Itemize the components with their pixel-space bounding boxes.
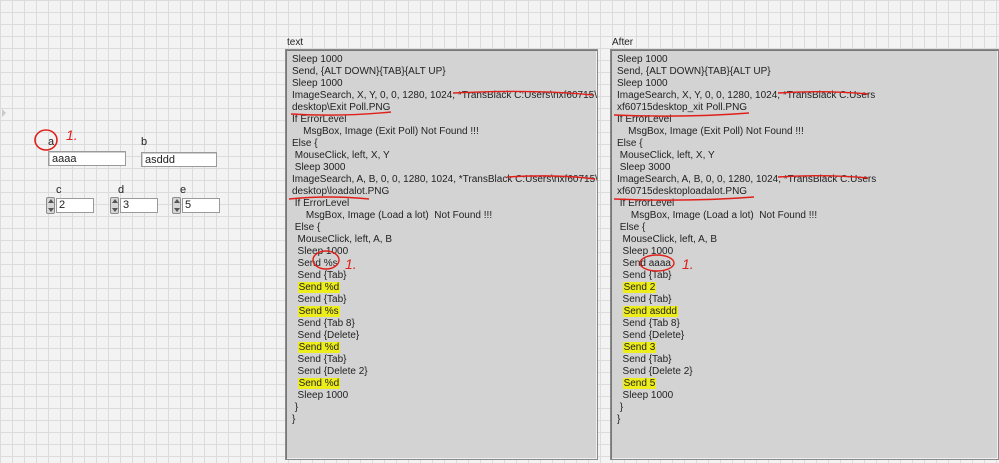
control-d-numeric[interactable]: 3 (110, 197, 158, 214)
control-e-numeric[interactable]: 5 (172, 197, 220, 214)
code-line: Sleep 1000 (617, 390, 674, 401)
code-line: MsgBox, Image (Load a lot) Not Found !!! (292, 210, 493, 221)
code-line: Send %s (292, 306, 340, 318)
highlighted-send-command: Send %d (297, 282, 341, 293)
code-line: ImageSearch, A, B, 0, 0, 1280, 1024, *Tr… (292, 174, 598, 185)
code-line: } (292, 402, 299, 413)
code-line: Send {Tab} (292, 354, 347, 365)
code-line: Send {Delete} (292, 330, 360, 341)
increment-decrement-spinner[interactable] (172, 197, 181, 214)
arrow-down-icon[interactable] (111, 208, 118, 212)
code-line: Else { (617, 138, 643, 149)
code-line: Send {Tab} (617, 294, 672, 305)
code-line: If ErrorLevel (292, 198, 350, 209)
code-line: Send 5 (617, 378, 657, 390)
code-line: } (292, 414, 296, 425)
code-line: ImageSearch, X, Y, 0, 0, 1280, 1024, *Tr… (617, 90, 876, 101)
code-line: Send {Tab} (292, 294, 347, 305)
scroll-arrow-icon (2, 109, 6, 117)
control-d-numeric-input[interactable]: 3 (120, 198, 158, 213)
arrow-up-icon[interactable] (111, 199, 118, 203)
code-line: } (617, 402, 624, 413)
text-panel-string-indicator[interactable]: Sleep 1000 Send, {ALT DOWN}{TAB}{ALT UP} S… (285, 49, 598, 460)
control-b-label: b (141, 136, 148, 148)
code-line: MouseClick, left, A, B (292, 234, 393, 245)
increment-decrement-spinner[interactable] (46, 197, 55, 214)
code-line: Else { (292, 138, 318, 149)
code-line: ImageSearch, X, Y, 0, 0, 1280, 1024, *Tr… (292, 90, 597, 101)
highlighted-send-command: Send %d (297, 342, 341, 353)
control-d-label: d (118, 184, 125, 196)
code-line: Sleep 1000 (292, 390, 349, 401)
code-line: MsgBox, Image (Exit Poll) Not Found !!! (617, 126, 804, 137)
code-line: Sleep 3000 (292, 162, 346, 173)
code-line: Sleep 1000 (617, 246, 674, 257)
code-line: Send, {ALT DOWN}{TAB}{ALT UP} (617, 66, 771, 77)
control-c-numeric-input[interactable]: 2 (56, 198, 94, 213)
code-line: Send 2 (617, 282, 657, 294)
control-c-label: c (56, 184, 62, 196)
control-a-label: a (48, 136, 55, 148)
code-line: MouseClick, left, A, B (617, 234, 718, 245)
arrow-down-icon[interactable] (47, 208, 54, 212)
code-line: Send aaaa (617, 258, 671, 269)
highlighted-send-command: Send %d (297, 378, 341, 389)
code-line: desktop\Exit Poll.PNG (292, 102, 391, 113)
code-line: Sleep 1000 (292, 246, 349, 257)
code-line: Send, {ALT DOWN}{TAB}{ALT UP} (292, 66, 446, 77)
highlighted-send-command: Send 5 (622, 378, 657, 389)
code-line: Send %s (292, 258, 338, 269)
code-line: Send %d (292, 378, 341, 390)
annotation-mark-1: 1. (66, 127, 78, 143)
control-e-numeric-input[interactable]: 5 (182, 198, 220, 213)
after-panel-title: After (612, 37, 634, 48)
code-line: MsgBox, Image (Exit Poll) Not Found !!! (292, 126, 479, 137)
arrow-down-icon[interactable] (173, 208, 180, 212)
control-e-label: e (180, 184, 187, 196)
code-line: MouseClick, left, X, Y (292, 150, 390, 161)
code-line: Sleep 1000 (617, 54, 668, 65)
annotation-circle-a (34, 129, 58, 151)
code-line: Sleep 3000 (617, 162, 671, 173)
code-line: Send {Delete 2} (617, 366, 693, 377)
code-line: If ErrorLevel (617, 114, 672, 125)
after-panel-string-indicator[interactable]: Sleep 1000 Send, {ALT DOWN}{TAB}{ALT UP} S… (610, 49, 999, 460)
code-line: Send {Delete 2} (292, 366, 368, 377)
code-line: Send {Tab} (617, 270, 672, 281)
code-line: MouseClick, left, X, Y (617, 150, 715, 161)
control-a-string-input[interactable]: aaaa (48, 151, 126, 166)
code-line: Send {Delete} (617, 330, 685, 341)
code-line: If ErrorLevel (617, 198, 675, 209)
code-line: Else { (292, 222, 321, 233)
highlighted-send-command: Send %s (297, 306, 340, 317)
code-line: xf60715desktop_xit Poll.PNG (617, 102, 748, 113)
increment-decrement-spinner[interactable] (110, 197, 119, 214)
control-c-numeric[interactable]: 2 (46, 197, 94, 214)
code-line: Send {Tab} (617, 354, 672, 365)
code-line: Sleep 1000 (292, 54, 343, 65)
highlighted-send-command: Send 2 (622, 282, 657, 293)
code-line: Else { (617, 222, 646, 233)
code-line: } (617, 414, 621, 425)
code-line: MsgBox, Image (Load a lot) Not Found !!! (617, 210, 818, 221)
code-line: xf60715desktoploadalot.PNG (617, 186, 748, 197)
arrow-up-icon[interactable] (47, 199, 54, 203)
code-line: Send asddd (617, 306, 678, 318)
code-line: Send {Tab 8} (617, 318, 680, 329)
arrow-up-icon[interactable] (173, 199, 180, 203)
code-line: Send %d (292, 282, 341, 294)
code-line: If ErrorLevel (292, 114, 347, 125)
code-line: Send {Tab 8} (292, 318, 355, 329)
code-line: desktop\loadalot.PNG (292, 186, 390, 197)
text-panel-title: text (287, 37, 304, 48)
control-b-string-input[interactable]: asddd (141, 152, 217, 167)
code-line: Send 3 (617, 342, 657, 354)
code-line: Send {Tab} (292, 270, 347, 281)
code-line: Sleep 1000 (617, 78, 668, 89)
code-line: ImageSearch, A, B, 0, 0, 1280, 1024, *Tr… (617, 174, 877, 185)
highlighted-send-command: Send asddd (622, 306, 678, 317)
highlighted-send-command: Send 3 (622, 342, 657, 353)
code-line: Sleep 1000 (292, 78, 343, 89)
code-line: Send %d (292, 342, 341, 354)
